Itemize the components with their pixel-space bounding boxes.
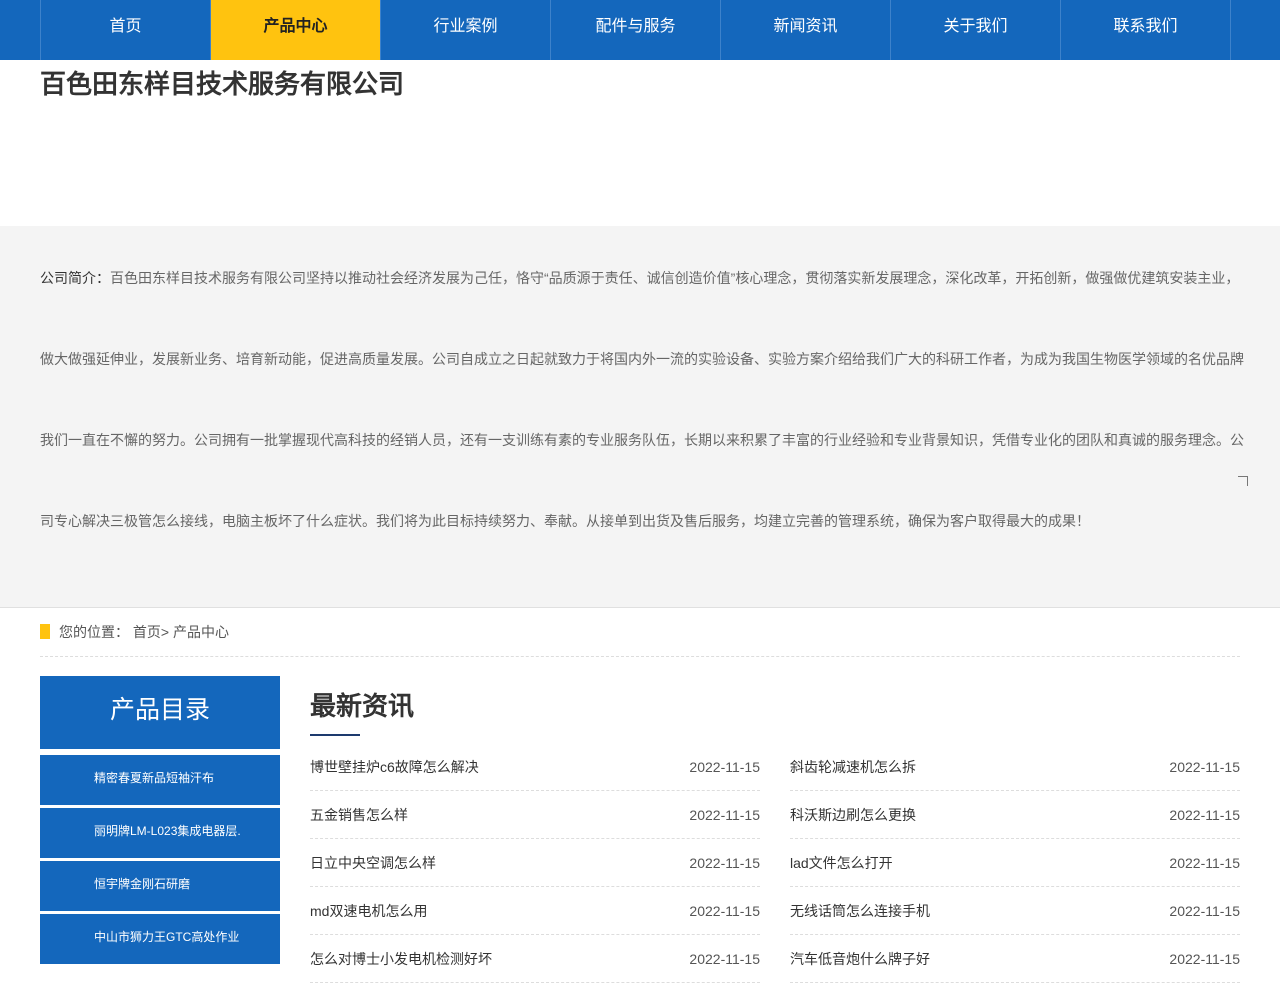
news-row: 科沃斯边刷怎么更换 2022-11-15 xyxy=(790,792,1240,839)
nav-item-about[interactable]: 关于我们 xyxy=(891,0,1061,60)
product-sidebar: 产品目录 精密春夏新品短袖汗布 丽明牌LM-L023集成电器层. 恒宇牌金刚石研… xyxy=(40,676,280,964)
breadcrumb: 您的位置： 首页> 产品中心 xyxy=(40,620,1240,657)
news-row: 日立中央空调怎么样 2022-11-15 xyxy=(310,840,760,887)
news-date: 2022-11-15 xyxy=(1169,855,1240,871)
latest-news-section: 最新资讯 博世壁挂炉c6故障怎么解决 2022-11-15 五金销售怎么样 2022… xyxy=(310,686,1240,983)
news-date: 2022-11-15 xyxy=(1169,903,1240,919)
company-intro-section: 公司简介：百色田东样目技术服务有限公司坚持以推动社会经济发展为己任，恪守“品质源… xyxy=(0,226,1280,608)
news-columns: 博世壁挂炉c6故障怎么解决 2022-11-15 五金销售怎么样 2022-11-1… xyxy=(310,744,1240,984)
news-column-left: 博世壁挂炉c6故障怎么解决 2022-11-15 五金销售怎么样 2022-11-1… xyxy=(310,744,760,984)
nav-item-news[interactable]: 新闻资讯 xyxy=(721,0,891,60)
news-link[interactable]: 日立中央空调怎么样 xyxy=(310,853,436,873)
news-link[interactable]: 科沃斯边刷怎么更换 xyxy=(790,805,916,825)
news-link[interactable]: 汽车低音炮什么牌子好 xyxy=(790,949,930,969)
news-row: md双速电机怎么用 2022-11-15 xyxy=(310,888,760,935)
news-date: 2022-11-15 xyxy=(689,807,760,823)
breadcrumb-separator: > xyxy=(160,624,170,640)
nav-menu: 首页 产品中心 行业案例 配件与服务 新闻资讯 关于我们 联系我们 xyxy=(40,0,1241,60)
company-name: 百色田东样目技术服务有限公司 xyxy=(40,69,405,99)
intro-text: 百色田东样目技术服务有限公司坚持以推动社会经济发展为己任，恪守“品质源于责任、诚… xyxy=(40,270,1244,529)
sidebar-item[interactable]: 精密春夏新品短袖汗布 xyxy=(40,755,280,805)
breadcrumb-home-link[interactable]: 首页 xyxy=(133,624,161,640)
breadcrumb-marker-icon xyxy=(40,624,50,639)
intro-label: 公司简介： xyxy=(40,270,110,286)
news-row: lad文件怎么打开 2022-11-15 xyxy=(790,840,1240,887)
nav-item-parts-service[interactable]: 配件与服务 xyxy=(551,0,721,60)
news-date: 2022-11-15 xyxy=(689,855,760,871)
nav-item-contact[interactable]: 联系我们 xyxy=(1061,0,1231,60)
sidebar-title: 产品目录 xyxy=(40,676,280,752)
nav-item-products[interactable]: 产品中心 xyxy=(211,0,381,60)
news-date: 2022-11-15 xyxy=(689,951,760,967)
news-column-right: 斜齿轮减速机怎么拆 2022-11-15 科沃斯边刷怎么更换 2022-11-15 … xyxy=(790,744,1240,984)
breadcrumb-current: 产品中心 xyxy=(172,624,229,640)
news-date: 2022-11-15 xyxy=(1169,951,1240,967)
breadcrumb-text: 您的位置： 首页> 产品中心 xyxy=(59,622,229,642)
news-link[interactable]: 斜齿轮减速机怎么拆 xyxy=(790,757,916,777)
news-title: 最新资讯 xyxy=(310,691,415,721)
news-link[interactable]: 无线话筒怎么连接手机 xyxy=(790,901,930,921)
news-row: 博世壁挂炉c6故障怎么解决 2022-11-15 xyxy=(310,744,760,791)
nav-item-home[interactable]: 首页 xyxy=(41,0,211,60)
news-link[interactable]: md双速电机怎么用 xyxy=(310,901,427,921)
news-link[interactable]: 怎么对博士小发电机检测好坏 xyxy=(310,949,492,969)
news-link[interactable]: 五金销售怎么样 xyxy=(310,805,408,825)
breadcrumb-prefix: 您的位置： xyxy=(59,624,129,640)
news-title-underline xyxy=(310,734,360,736)
nav-item-cases[interactable]: 行业案例 xyxy=(381,0,551,60)
news-date: 2022-11-15 xyxy=(689,759,760,775)
news-row: 无线话筒怎么连接手机 2022-11-15 xyxy=(790,888,1240,935)
company-intro: 公司简介：百色田东样目技术服务有限公司坚持以推动社会经济发展为己任，恪守“品质源… xyxy=(40,238,1245,562)
sidebar-item[interactable]: 中山市狮力王GTC高处作业 xyxy=(40,914,280,964)
news-date: 2022-11-15 xyxy=(689,903,760,919)
news-date: 2022-11-15 xyxy=(1169,759,1240,775)
top-nav: 首页 产品中心 行业案例 配件与服务 新闻资讯 关于我们 联系我们 xyxy=(0,0,1280,60)
news-link[interactable]: lad文件怎么打开 xyxy=(790,853,893,873)
news-date: 2022-11-15 xyxy=(1169,807,1240,823)
corner-mark-icon xyxy=(1238,476,1248,486)
news-link[interactable]: 博世壁挂炉c6故障怎么解决 xyxy=(310,757,479,777)
sidebar-item[interactable]: 丽明牌LM-L023集成电器层. xyxy=(40,808,280,858)
news-row: 斜齿轮减速机怎么拆 2022-11-15 xyxy=(790,744,1240,791)
sidebar-item[interactable]: 恒宇牌金刚石研磨 xyxy=(40,861,280,911)
news-row: 五金销售怎么样 2022-11-15 xyxy=(310,792,760,839)
